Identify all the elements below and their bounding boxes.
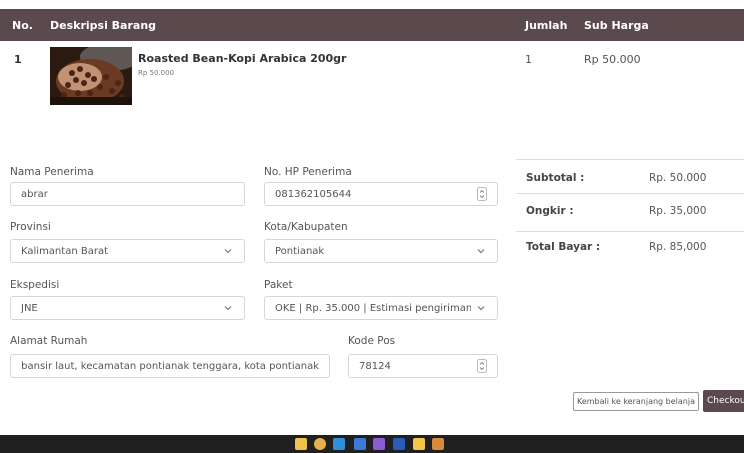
chevron-down-icon: [224, 249, 232, 254]
subtotal-label: Subtotal :: [526, 172, 585, 184]
postal-code-value: 78124: [359, 360, 391, 372]
col-no: No.: [12, 19, 33, 32]
number-spinner-icon[interactable]: [477, 187, 487, 201]
province-value: Kalimantan Barat: [21, 245, 108, 257]
chevron-down-icon: [477, 306, 485, 311]
row-number: 1: [14, 53, 22, 66]
terminal-icon[interactable]: [354, 438, 366, 450]
total-label: Total Bayar :: [526, 241, 601, 253]
address-value: elurahan bansir laut, kecamatan pontiana…: [21, 360, 319, 372]
product-name: Roasted Bean-Kopi Arabica 200gr: [138, 52, 347, 65]
postal-code-label: Kode Pos: [348, 335, 396, 347]
col-description: Deskripsi Barang: [50, 19, 157, 32]
province-select[interactable]: Kalimantan Barat: [10, 239, 245, 263]
totals-divider: [516, 159, 744, 160]
app-icon[interactable]: [373, 438, 385, 450]
address-label: Alamat Rumah: [10, 335, 88, 347]
chevron-down-icon: [224, 306, 232, 311]
product-subtotal: Rp 50.000: [584, 53, 641, 66]
courier-label: Ekspedisi: [10, 279, 60, 291]
table-row: 1 Roasted Bean-Kopi Arabica 200gr Rp 50.…: [0, 41, 744, 111]
recipient-name-value: abrar: [21, 188, 48, 200]
product-image: [50, 47, 132, 105]
taskbar: [0, 435, 744, 453]
package-label: Paket: [264, 279, 293, 291]
totals-divider: [516, 193, 744, 194]
city-select[interactable]: Pontianak: [264, 239, 498, 263]
shipping-label: Ongkir :: [526, 205, 574, 217]
vscode-icon[interactable]: [333, 438, 345, 450]
province-label: Provinsi: [10, 221, 51, 233]
recipient-name-label: Nama Penerima: [10, 166, 94, 178]
product-price: Rp 50.000: [138, 69, 175, 77]
file-explorer-icon[interactable]: [295, 438, 307, 450]
notes-icon[interactable]: [413, 438, 425, 450]
city-label: Kota/Kabupaten: [264, 221, 348, 233]
chevron-down-icon: [477, 249, 485, 254]
word-icon[interactable]: [393, 438, 405, 450]
col-qty: Jumlah: [525, 19, 568, 32]
back-to-cart-button[interactable]: Kembali ke keranjang belanja: [573, 392, 699, 411]
shipping-value: Rp. 35,000: [649, 205, 707, 217]
courier-select[interactable]: JNE: [10, 296, 245, 320]
recipient-phone-value: 081362105644: [275, 188, 352, 200]
courier-value: JNE: [21, 302, 38, 314]
totals-divider: [516, 231, 744, 232]
product-qty: 1: [525, 53, 532, 66]
postal-code-input[interactable]: 78124: [348, 354, 498, 378]
checkout-button[interactable]: Checkout: [703, 390, 744, 412]
total-value: Rp. 85,000: [649, 241, 707, 253]
subtotal-value: Rp. 50.000: [649, 172, 707, 184]
recipient-phone-input[interactable]: 081362105644: [264, 182, 498, 206]
col-subtotal: Sub Harga: [584, 19, 649, 32]
browser-icon[interactable]: [432, 438, 444, 450]
number-spinner-icon[interactable]: [477, 359, 487, 373]
address-input[interactable]: elurahan bansir laut, kecamatan pontiana…: [10, 354, 330, 378]
recipient-name-input[interactable]: abrar: [10, 182, 245, 206]
cart-table-header: No. Deskripsi Barang Jumlah Sub Harga: [0, 9, 744, 41]
recipient-phone-label: No. HP Penerima: [264, 166, 352, 178]
package-value: OKE | Rp. 35.000 | Estimasi pengiriman 3…: [275, 302, 471, 314]
package-select[interactable]: OKE | Rp. 35.000 | Estimasi pengiriman 3…: [264, 296, 498, 320]
city-value: Pontianak: [275, 245, 325, 257]
chrome-icon[interactable]: [314, 438, 326, 450]
